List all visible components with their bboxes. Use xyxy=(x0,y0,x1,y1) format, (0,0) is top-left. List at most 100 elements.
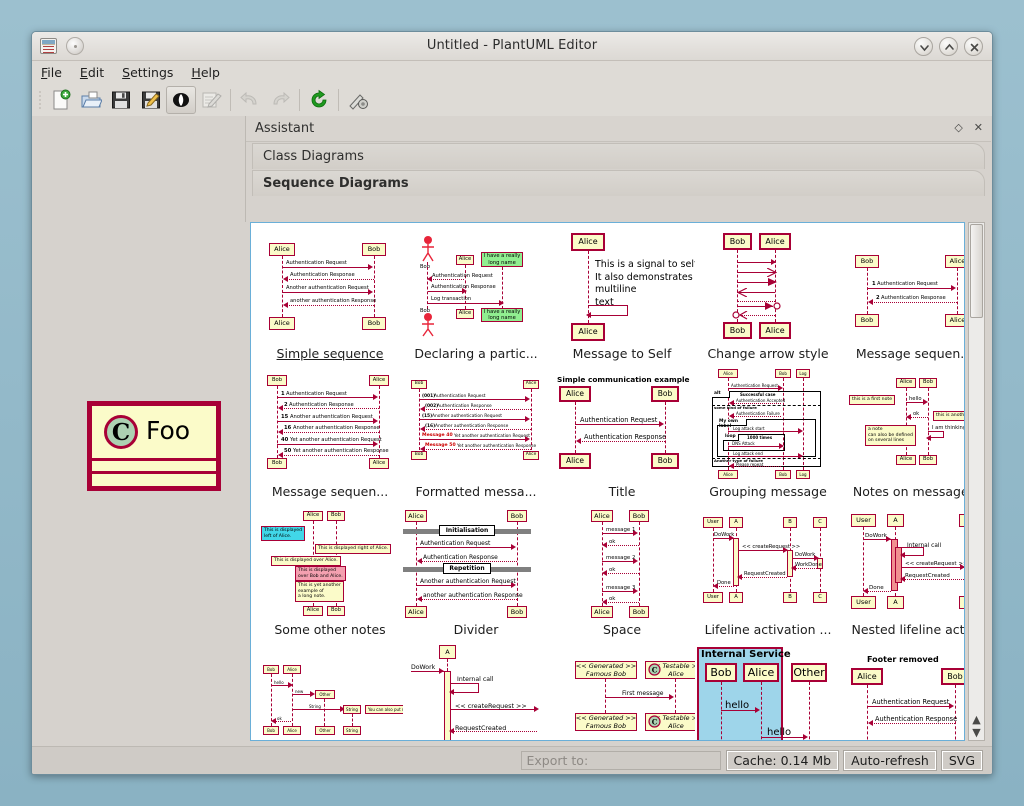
gallery-caption: Message to Self xyxy=(572,346,672,361)
gallery-item-row4-4[interactable]: Internal Service Bob Alice Other hello h… xyxy=(695,643,841,740)
menu-file[interactable]: File xyxy=(41,65,62,80)
new-icon[interactable] xyxy=(46,86,76,114)
group-label: Successful case xyxy=(740,392,776,397)
close-button[interactable] xyxy=(964,37,983,56)
gallery-item-lifeline-activation[interactable]: User A B C DoWork << createRequest >> Do… xyxy=(695,505,841,643)
self-arrow-edge xyxy=(627,305,628,316)
menu-help[interactable]: Help xyxy=(191,65,220,80)
gallery-item-declaring-participant[interactable]: Bob Alice I have a really long name Auth… xyxy=(403,229,549,367)
auto-refresh-toggle[interactable]: Auto-refresh xyxy=(843,750,937,771)
gallery-item-message-numbering[interactable]: Bob Alice 1 Authentication Request 2 Aut xyxy=(841,229,965,367)
participant-box: Alice xyxy=(571,233,605,251)
class-header: C Foo xyxy=(92,406,216,458)
participant-box: Bob xyxy=(855,314,879,327)
toolbar-grip[interactable] xyxy=(36,87,44,113)
participant-box: A xyxy=(729,592,743,603)
participant-box: Bob xyxy=(723,322,752,339)
gallery-item-message-to-self[interactable]: Alice This is a signal to self. It also … xyxy=(549,229,695,367)
arrow-head xyxy=(923,399,928,405)
float-icon[interactable]: ◇ xyxy=(954,122,962,134)
gallery-item-title[interactable]: Simple communication example Alice Bob A… xyxy=(549,367,695,505)
gallery-row-3: Alice Bob This is displayed left of Alic… xyxy=(257,505,964,643)
save-icon[interactable] xyxy=(106,86,136,114)
message-arrow xyxy=(909,417,928,418)
participant-box: Bob xyxy=(651,453,679,469)
gallery-item-message-numbering-2[interactable]: Bob Alice 1 Authentication Request 2 Aut… xyxy=(257,367,403,505)
gallery-caption: Message sequen... xyxy=(855,346,965,361)
message-arrow xyxy=(422,449,531,450)
participant-box: Alice xyxy=(571,323,605,341)
gallery-item-row4-3[interactable]: << Generated >> Famous Bob << Testable >… xyxy=(549,643,695,740)
menu-edit[interactable]: Edit xyxy=(80,65,104,80)
thumb-lifeline-activation: User A B C DoWork << createRequest >> Do… xyxy=(695,505,841,621)
section-sequence-diagrams[interactable]: Sequence Diagrams xyxy=(252,170,985,196)
participant-box: Alice xyxy=(718,369,738,378)
participant-box: Alice xyxy=(559,386,591,402)
message-label: Authentication Response xyxy=(423,554,498,561)
arrow-head xyxy=(576,438,581,444)
note: this is another note xyxy=(933,411,964,421)
self-arrow xyxy=(588,305,628,306)
edit-icon[interactable] xyxy=(196,86,226,114)
participant-box: Alice xyxy=(456,309,474,319)
menu-settings[interactable]: Settings xyxy=(122,65,173,80)
section-class-diagrams[interactable]: Class Diagrams xyxy=(252,143,985,169)
minimize-button[interactable] xyxy=(914,37,933,56)
close-icon[interactable]: ✕ xyxy=(974,122,983,134)
preview-pane[interactable]: C Foo xyxy=(33,116,245,746)
gallery-item-divider[interactable]: Alice Bob Initialisation Authentication … xyxy=(403,505,549,643)
refresh-icon[interactable] xyxy=(304,86,334,114)
arrow-head xyxy=(868,299,873,305)
maximize-button[interactable] xyxy=(939,37,958,56)
message-label: ok xyxy=(277,716,282,721)
gallery-item-grouping-message[interactable]: Alice Bob Log Authentication Request alt xyxy=(695,367,841,505)
plantuml-icon[interactable] xyxy=(166,86,196,114)
gallery-item-row4-5[interactable]: Footer removed Alice Bob Authentication … xyxy=(841,643,964,740)
self-arrow xyxy=(588,315,628,316)
arrow-head xyxy=(534,706,539,712)
arrow-head xyxy=(439,668,444,674)
participant-box: B xyxy=(959,596,964,609)
message-arrow xyxy=(793,568,819,569)
arrow-head xyxy=(951,285,956,291)
gallery-caption: Space xyxy=(602,622,642,637)
lifeline xyxy=(867,268,868,314)
save-as-icon[interactable] xyxy=(136,86,166,114)
redo-icon[interactable] xyxy=(265,86,295,114)
participant-box: Alice xyxy=(369,375,389,386)
self-arrow xyxy=(902,555,924,556)
message-label: Another authentication Response xyxy=(435,424,509,429)
gallery-canvas[interactable]: Alice Bob Authentication Request Authent… xyxy=(250,222,965,741)
open-icon[interactable] xyxy=(76,86,106,114)
arrow-head xyxy=(278,429,283,435)
thumb-row4-2: A DoWork Internal call << createRequest … xyxy=(403,643,549,740)
undo-icon[interactable] xyxy=(235,86,265,114)
message-arrow xyxy=(419,439,527,440)
group-keyword: alt xyxy=(712,391,730,398)
tools-icon[interactable] xyxy=(343,86,373,114)
window-controls xyxy=(914,37,983,56)
gallery-item-space[interactable]: Alice Bob message 1 ok message 2 ok mess… xyxy=(549,505,695,643)
title-bar: Untitled - PlantUML Editor xyxy=(32,32,992,61)
scroll-down-arrow[interactable]: ▼ xyxy=(970,726,983,739)
gallery-item-formatted-numbering[interactable]: Bob Alice (001) Authentication Request (… xyxy=(403,367,549,505)
message-label: hello xyxy=(725,700,750,711)
note: You can also put notes! xyxy=(365,705,403,714)
arrow-head xyxy=(863,588,868,594)
scroll-up-arrow[interactable]: ▲ xyxy=(970,713,983,726)
gallery-item-row4-1[interactable]: Bob Alice hello new Other String String … xyxy=(257,643,403,740)
gallery-item-nested-lifeline[interactable]: User A B DoWork Inter xyxy=(841,505,964,643)
arrow-head xyxy=(768,278,777,286)
scrollbar-thumb[interactable] xyxy=(970,224,983,318)
gallery-item-simple-sequence[interactable]: Alice Bob Authentication Request Authent… xyxy=(257,229,403,367)
gallery-item-change-arrow-style[interactable]: Bob Alice Bob Alice Change arrow style xyxy=(695,229,841,367)
format-selector[interactable]: SVG xyxy=(940,750,984,771)
gallery-item-notes-on-messages[interactable]: Alice Bob this is a first note hello thi… xyxy=(841,367,964,505)
export-to-input[interactable]: Export to: xyxy=(520,751,721,770)
gallery-scrollbar[interactable]: ▲ ▼ xyxy=(968,222,985,741)
gallery-item-row4-2[interactable]: A DoWork Internal call << createRequest … xyxy=(403,643,549,740)
gallery-item-some-other-notes[interactable]: Alice Bob This is displayed left of Alic… xyxy=(257,505,403,643)
message-label: Authentication Response xyxy=(875,715,958,723)
divider-label: Initialisation xyxy=(439,525,495,536)
thumb-message-to-self: Alice This is a signal to self. It also … xyxy=(549,229,695,345)
